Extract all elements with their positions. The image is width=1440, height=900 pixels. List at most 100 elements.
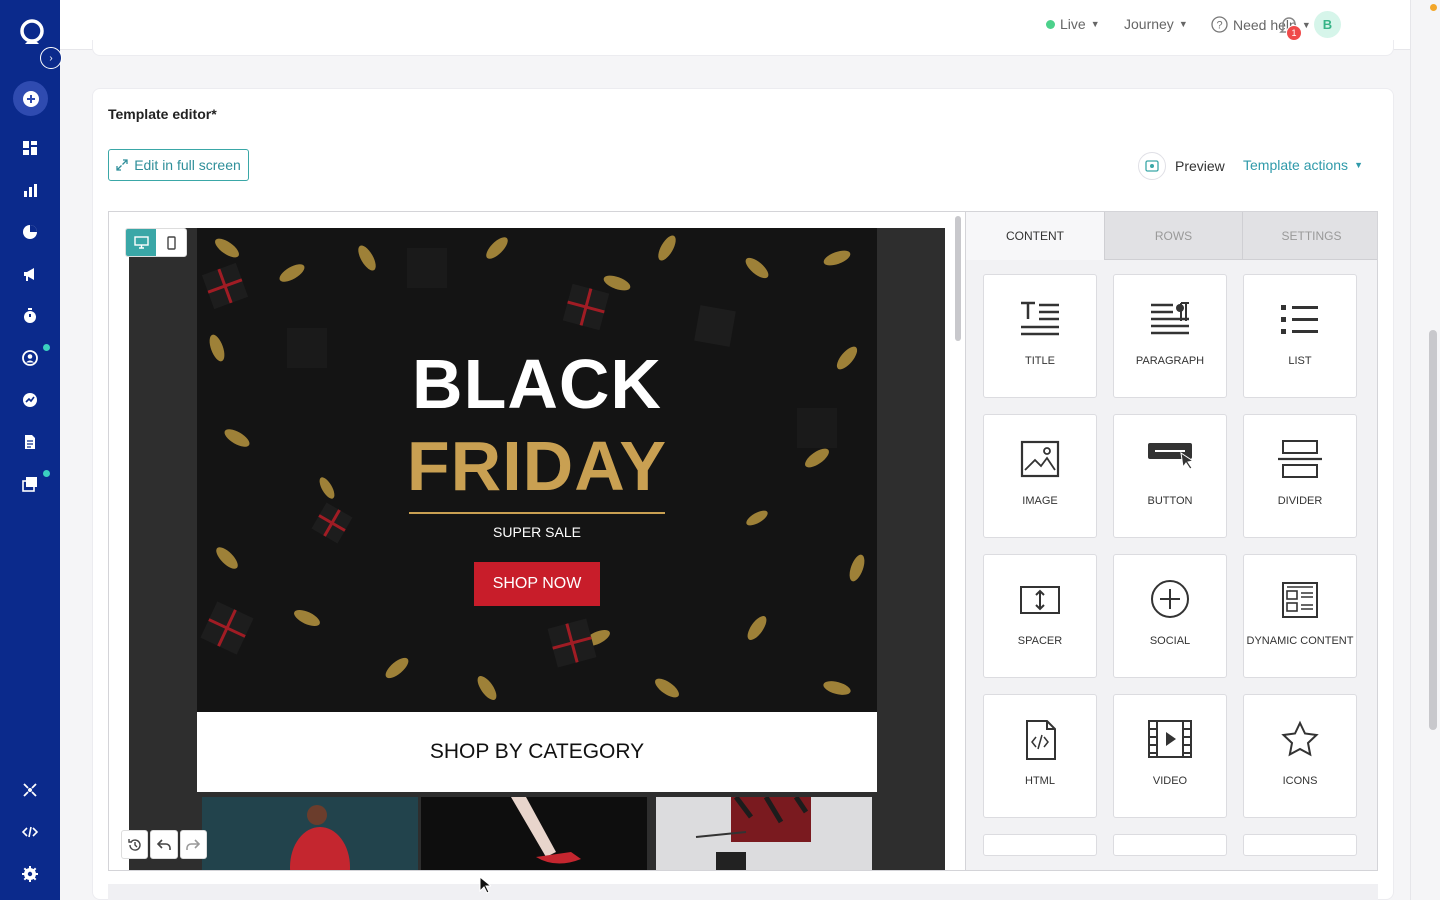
undo-button[interactable] (150, 830, 178, 859)
tab-content[interactable]: CONTENT (966, 212, 1104, 260)
block-list-label: LIST (1288, 355, 1312, 367)
bags-image (656, 795, 872, 870)
video-icon (1148, 720, 1192, 758)
undo-icon (156, 838, 171, 850)
expand-icon (116, 159, 128, 171)
previous-card-edge (92, 40, 1394, 56)
preview-label: Preview (1175, 158, 1225, 174)
chevron-down-icon: ▼ (1178, 19, 1188, 29)
block-more-2[interactable] (1113, 834, 1227, 856)
contacts-notification-dot (43, 344, 50, 351)
sidebar-item-developer[interactable] (16, 818, 44, 846)
list-icon (1281, 305, 1318, 334)
template-actions-label: Template actions (1243, 157, 1349, 173)
block-icons-label: ICONS (1282, 775, 1318, 787)
block-icons[interactable]: ICONS (1243, 694, 1357, 818)
block-image[interactable]: IMAGE (983, 414, 1097, 538)
category-image-shoes[interactable] (421, 797, 647, 870)
email-editor: BLACK FRIDAY SUPER SALE SHOP NOW SHOP BY… (108, 211, 1378, 871)
block-paragraph-label: PARAGRAPH (1135, 355, 1205, 367)
email-canvas[interactable]: BLACK FRIDAY SUPER SALE SHOP NOW SHOP BY… (109, 212, 964, 870)
megaphone-icon (24, 268, 34, 281)
sidebar-item-integrations[interactable] (16, 776, 44, 804)
shop-now-button[interactable]: SHOP NOW (474, 562, 600, 606)
document-icon (25, 435, 35, 449)
chevron-down-icon: ▼ (1301, 19, 1311, 30)
block-more-1[interactable] (983, 834, 1097, 856)
shop-by-category-heading[interactable]: SHOP BY CATEGORY (197, 712, 877, 792)
live-status-dropdown[interactable]: Live ▼ (1046, 16, 1100, 32)
block-button-label: BUTTON (1147, 495, 1193, 507)
settings-icon (22, 866, 38, 882)
block-spacer[interactable]: SPACER (983, 554, 1097, 678)
spacer-icon (1020, 586, 1060, 614)
preview-icon (1145, 160, 1159, 172)
hero-title-friday: FRIDAY (406, 427, 668, 505)
block-html[interactable]: HTML (983, 694, 1097, 818)
title-icon (1021, 301, 1059, 336)
block-title-label: TITLE (1025, 355, 1055, 367)
svg-text:?: ? (1216, 20, 1222, 32)
sidebar-item-documents[interactable] (16, 428, 44, 456)
sidebar-item-segments[interactable] (16, 218, 44, 246)
sidebar-item-automation[interactable] (16, 302, 44, 330)
template-actions-dropdown[interactable]: Template actions ▼ (1243, 157, 1363, 173)
panel-tabs: CONTENT ROWS SETTINGS (966, 212, 1377, 260)
sidebar-item-reports[interactable] (16, 176, 44, 204)
sidebar-item-campaigns[interactable] (16, 260, 44, 288)
create-new-button[interactable] (13, 81, 48, 116)
timer-icon (24, 308, 36, 323)
redo-button[interactable] (179, 830, 207, 859)
category-image-dresses[interactable] (202, 797, 418, 870)
block-html-label: HTML (1025, 775, 1055, 787)
history-icon (127, 838, 141, 851)
sidebar-item-contacts[interactable] (16, 344, 44, 372)
tab-rows[interactable]: ROWS (1104, 212, 1242, 260)
block-divider-label: DIVIDER (1277, 495, 1323, 507)
history-button[interactable] (121, 830, 149, 859)
chevron-down-icon: ▼ (1090, 19, 1100, 29)
bar-chart-icon (24, 184, 37, 197)
block-social[interactable]: SOCIAL (1113, 554, 1227, 678)
block-paragraph[interactable]: PARAGRAPH (1113, 274, 1227, 398)
sidebar-expand-button[interactable]: › (40, 47, 62, 69)
journey-dropdown[interactable]: Journey ▼ (1124, 16, 1188, 32)
edit-full-screen-button[interactable]: Edit in full screen (108, 149, 249, 181)
category-image-bags[interactable] (656, 795, 872, 870)
dynamic-content-icon (1282, 582, 1318, 618)
block-button[interactable]: BUTTON (1113, 414, 1227, 538)
block-dynamic-content[interactable]: DYNAMIC CONTENT (1243, 554, 1357, 678)
device-toggle (125, 228, 187, 257)
hero-section[interactable]: BLACK FRIDAY SUPER SALE SHOP NOW (197, 228, 877, 712)
redo-icon (186, 838, 201, 850)
user-avatar[interactable]: B (1314, 11, 1341, 38)
block-title[interactable]: TITLE (983, 274, 1097, 398)
mobile-view-button[interactable] (156, 229, 186, 256)
canvas-scrollbar-thumb[interactable] (955, 216, 961, 341)
journey-label: Journey (1124, 16, 1174, 32)
sidebar-item-dashboard[interactable] (16, 134, 44, 162)
live-status-dot (1046, 19, 1055, 29)
notification-badge: 1 (1286, 25, 1302, 41)
live-label: Live (1060, 16, 1086, 32)
block-more-3[interactable] (1243, 834, 1357, 856)
plus-icon (22, 90, 39, 107)
sidebar-item-settings[interactable] (16, 860, 44, 888)
divider-icon (1278, 440, 1322, 478)
block-spacer-label: SPACER (1017, 635, 1063, 647)
brand-logo-icon[interactable] (18, 18, 46, 46)
desktop-icon (133, 236, 149, 249)
tab-settings[interactable]: SETTINGS (1242, 212, 1377, 260)
sidebar-item-templates[interactable] (16, 470, 44, 498)
sidebar-item-analytics[interactable] (16, 386, 44, 414)
preview-button[interactable]: Preview (1138, 152, 1225, 180)
block-list[interactable]: LIST (1243, 274, 1357, 398)
page-scrollbar-thumb[interactable] (1429, 330, 1437, 730)
code-icon (21, 826, 39, 838)
desktop-view-button[interactable] (126, 229, 156, 256)
block-divider[interactable]: DIVIDER (1243, 414, 1357, 538)
block-video[interactable]: VIDEO (1113, 694, 1227, 818)
status-indicator-dot (1430, 4, 1437, 11)
paragraph-icon (1151, 302, 1189, 335)
footer-info-strip (108, 884, 1378, 900)
